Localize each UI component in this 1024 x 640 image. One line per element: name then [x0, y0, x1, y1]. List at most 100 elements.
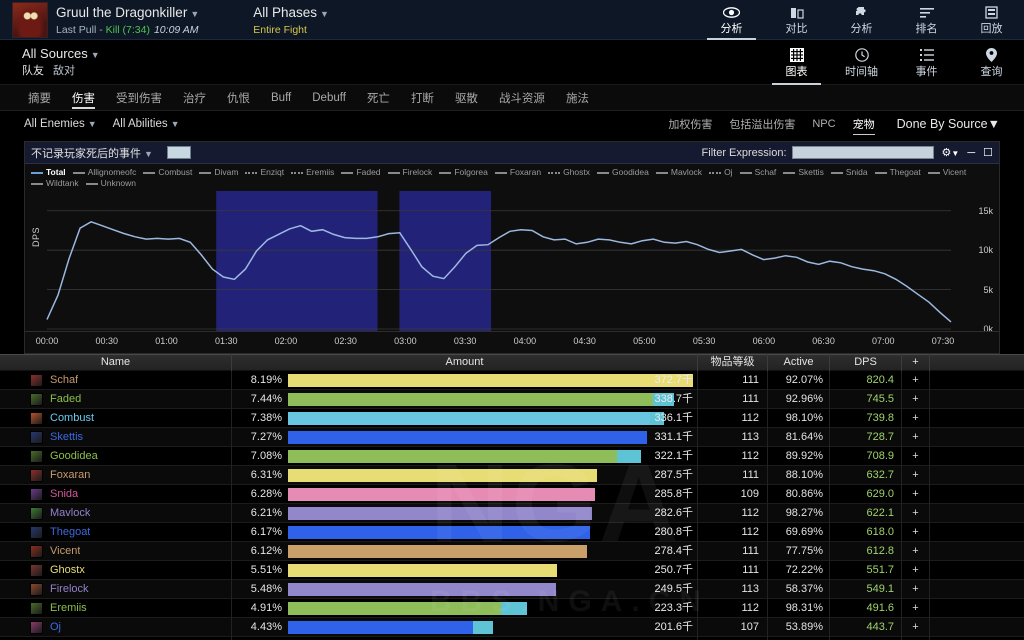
legend-item-snida[interactable]: Snida: [830, 167, 868, 178]
subnav-item-timeline[interactable]: 时间轴: [829, 40, 894, 85]
player-name-link[interactable]: Mavlock: [50, 507, 90, 519]
column-header-name[interactable]: Name: [0, 354, 232, 371]
minimize-icon[interactable]: ─: [967, 147, 975, 159]
nav-item-rankings[interactable]: 排名: [894, 0, 959, 40]
source-friendly-toggle[interactable]: 队友: [22, 65, 44, 77]
tab-8[interactable]: 打断: [411, 85, 434, 111]
cell-expand-button[interactable]: +: [902, 522, 930, 542]
cell-expand-button[interactable]: +: [902, 389, 930, 409]
legend-item-enziqt[interactable]: Enziqt: [245, 167, 284, 178]
cell-expand-button[interactable]: +: [902, 427, 930, 447]
player-name-link[interactable]: Ghostx: [50, 564, 85, 576]
gear-icon[interactable]: ⚙▼: [942, 146, 960, 159]
phase-dropdown[interactable]: All Phases ▼: [253, 5, 329, 22]
color-swatch-button[interactable]: [166, 146, 191, 159]
legend-item-ghostx[interactable]: Ghostx: [548, 167, 590, 178]
toggle-include-overkill[interactable]: 包括溢出伤害: [729, 116, 795, 132]
cell-expand-button[interactable]: +: [902, 560, 930, 580]
table-row[interactable]: Vicent 6.12% 278.4千 111 77.75% 612.8 +: [0, 541, 1024, 561]
table-row[interactable]: Goodidea 7.08% 322.1千 112 89.92% 708.9 +: [0, 446, 1024, 466]
cell-expand-button[interactable]: +: [902, 636, 930, 640]
player-name-link[interactable]: Foxaran: [50, 469, 90, 481]
all-sources-dropdown[interactable]: All Sources ▼: [22, 46, 100, 63]
legend-item-goodidea[interactable]: Goodidea: [597, 167, 649, 178]
table-row[interactable]: Foxaran 6.31% 287.5千 111 88.10% 632.7 +: [0, 465, 1024, 485]
toggle-weighted-damage[interactable]: 加权伤害: [668, 116, 712, 132]
legend-item-thegoat[interactable]: Thegoat: [874, 167, 921, 178]
legend-item-skettis[interactable]: Skettis: [783, 167, 824, 178]
legend-item-allignomeofc[interactable]: Allignomeofc: [72, 167, 136, 178]
subnav-item-events[interactable]: 事件: [894, 40, 959, 85]
legend-item-eremiis[interactable]: Eremiis: [291, 167, 334, 178]
boss-name-dropdown[interactable]: Gruul the Dragonkiller ▼: [56, 5, 199, 22]
player-name-link[interactable]: Schaf: [50, 374, 78, 386]
legend-item-faded[interactable]: Faded: [341, 167, 381, 178]
table-row[interactable]: Skettis 7.27% 331.1千 113 81.64% 728.7 +: [0, 427, 1024, 447]
cell-expand-button[interactable]: +: [902, 503, 930, 523]
column-header-amount[interactable]: Amount: [232, 354, 698, 371]
legend-item-vicent[interactable]: Vicent: [927, 167, 966, 178]
tab-9[interactable]: 驱散: [455, 85, 478, 111]
chart-plot-area[interactable]: DPS 0k 5k 10k 15k: [25, 191, 999, 334]
legend-item-mavlock[interactable]: Mavlock: [655, 167, 702, 178]
cell-expand-button[interactable]: +: [902, 598, 930, 618]
tab-4[interactable]: 仇恨: [227, 85, 250, 111]
column-header-active[interactable]: Active: [768, 354, 830, 371]
tab-6[interactable]: Debuff: [312, 85, 346, 111]
tab-7[interactable]: 死亡: [367, 85, 390, 111]
cell-expand-button[interactable]: +: [902, 617, 930, 637]
cell-expand-button[interactable]: +: [902, 541, 930, 561]
tab-2[interactable]: 受到伤害: [116, 85, 162, 111]
subnav-item-query[interactable]: 查询: [959, 40, 1024, 85]
cell-expand-button[interactable]: +: [902, 579, 930, 599]
toggle-pets[interactable]: 宠物: [852, 116, 875, 135]
nav-item-compare[interactable]: 对比: [764, 0, 829, 40]
nav-item-replay[interactable]: 回放: [959, 0, 1024, 40]
player-name-link[interactable]: Skettis: [50, 431, 83, 443]
column-header-plus[interactable]: +: [902, 354, 930, 371]
all-abilities-dropdown[interactable]: All Abilities ▼: [113, 118, 180, 130]
legend-item-folgorea[interactable]: Folgorea: [439, 167, 488, 178]
table-row[interactable]: Faded 7.44% 338.7千 111 92.96% 745.5 +: [0, 389, 1024, 409]
table-row[interactable]: Thegoat 6.17% 280.8千 112 69.69% 618.0 +: [0, 522, 1024, 542]
cell-expand-button[interactable]: +: [902, 465, 930, 485]
cell-expand-button[interactable]: +: [902, 370, 930, 390]
legend-item-total[interactable]: Total: [31, 167, 66, 178]
legend-item-schaf[interactable]: Schaf: [739, 167, 776, 178]
player-name-link[interactable]: Combust: [50, 412, 94, 424]
tab-3[interactable]: 治疗: [183, 85, 206, 111]
tab-1[interactable]: 伤害: [72, 85, 95, 111]
cell-expand-button[interactable]: +: [902, 446, 930, 466]
all-enemies-dropdown[interactable]: All Enemies ▼: [24, 118, 97, 130]
table-row[interactable]: Schaf 8.19% 372.7千 111 92.07% 820.4 +: [0, 370, 1024, 390]
table-row[interactable]: Eremiis 4.91% 223.3千 112 98.31% 491.6 +: [0, 598, 1024, 618]
legend-item-foxaran[interactable]: Foxaran: [494, 167, 541, 178]
legend-item-oj[interactable]: Oj: [709, 167, 733, 178]
table-row[interactable]: Oj 4.43% 201.6千 107 53.89% 443.7 +: [0, 617, 1024, 637]
player-name-link[interactable]: Goodidea: [50, 450, 98, 462]
player-name-link[interactable]: Oj: [50, 621, 61, 633]
player-name-link[interactable]: Firelock: [50, 583, 89, 595]
player-name-link[interactable]: Thegoat: [50, 526, 90, 538]
legend-item-divam[interactable]: Divam: [199, 167, 238, 178]
tab-11[interactable]: 施法: [566, 85, 589, 111]
legend-item-wildtank[interactable]: Wildtank: [31, 178, 79, 189]
table-row[interactable]: Firelock 5.48% 249.5千 113 58.37% 549.1 +: [0, 579, 1024, 599]
tab-0[interactable]: 摘要: [28, 85, 51, 111]
player-name-link[interactable]: Eremiis: [50, 602, 87, 614]
done-by-source-dropdown[interactable]: Done By Source▼: [897, 117, 1000, 131]
nav-item-analyze[interactable]: 分析: [829, 0, 894, 40]
player-name-link[interactable]: Faded: [50, 393, 81, 405]
table-row[interactable]: Snida 6.28% 285.8千 109 80.86% 629.0 +: [0, 484, 1024, 504]
legend-item-firelock[interactable]: Firelock: [387, 167, 432, 178]
tab-10[interactable]: 战斗资源: [499, 85, 545, 111]
player-name-link[interactable]: Vicent: [50, 545, 80, 557]
legend-item-combust[interactable]: Combust: [143, 167, 192, 178]
cell-expand-button[interactable]: +: [902, 484, 930, 504]
cell-expand-button[interactable]: +: [902, 408, 930, 428]
table-row[interactable]: Combust 7.38% 336.1千 112 98.10% 739.8 +: [0, 408, 1024, 428]
table-row[interactable]: Mavlock 6.21% 282.6千 112 98.27% 622.1 +: [0, 503, 1024, 523]
toggle-npc[interactable]: NPC: [812, 118, 835, 130]
tab-5[interactable]: Buff: [271, 85, 291, 111]
death-filter-dropdown[interactable]: 不记录玩家死后的事件 ▼: [31, 145, 153, 161]
